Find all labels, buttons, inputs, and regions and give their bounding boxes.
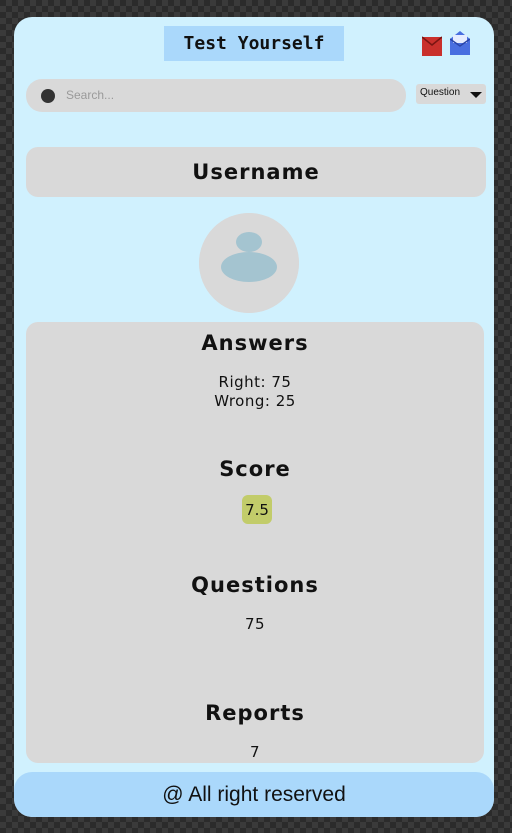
footer-copyright: @ All right reserved bbox=[14, 772, 494, 817]
mail-icon[interactable] bbox=[422, 35, 442, 56]
questions-title: Questions bbox=[191, 573, 319, 597]
score-badge: 7.5 bbox=[242, 495, 272, 524]
filter-dropdown-label: Question bbox=[420, 87, 461, 98]
avatar[interactable] bbox=[199, 213, 299, 313]
username-label: Username bbox=[26, 147, 486, 197]
app-screen: Test Yourself Search... Question Usernam… bbox=[14, 17, 494, 817]
answers-wrong: Wrong: 25 bbox=[214, 392, 296, 410]
answers-title: Answers bbox=[201, 331, 309, 355]
chevron-down-icon bbox=[470, 92, 482, 98]
questions-count: 75 bbox=[244, 615, 266, 633]
stats-panel: Answers Right: 75 Wrong: 25 Score 7.5 Qu… bbox=[26, 322, 484, 763]
reports-count: 7 bbox=[249, 743, 261, 761]
reports-title: Reports bbox=[205, 701, 305, 725]
mail-open-icon[interactable] bbox=[450, 31, 470, 55]
score-title: Score bbox=[219, 457, 291, 481]
filter-dropdown[interactable]: Question bbox=[416, 84, 486, 104]
user-icon-head bbox=[236, 232, 262, 252]
search-icon bbox=[41, 89, 55, 103]
answers-right: Right: 75 bbox=[218, 373, 292, 391]
app-title: Test Yourself bbox=[164, 26, 344, 61]
search-bar[interactable]: Search... bbox=[26, 79, 406, 112]
search-input[interactable]: Search... bbox=[66, 88, 114, 102]
user-icon-body bbox=[221, 252, 277, 282]
